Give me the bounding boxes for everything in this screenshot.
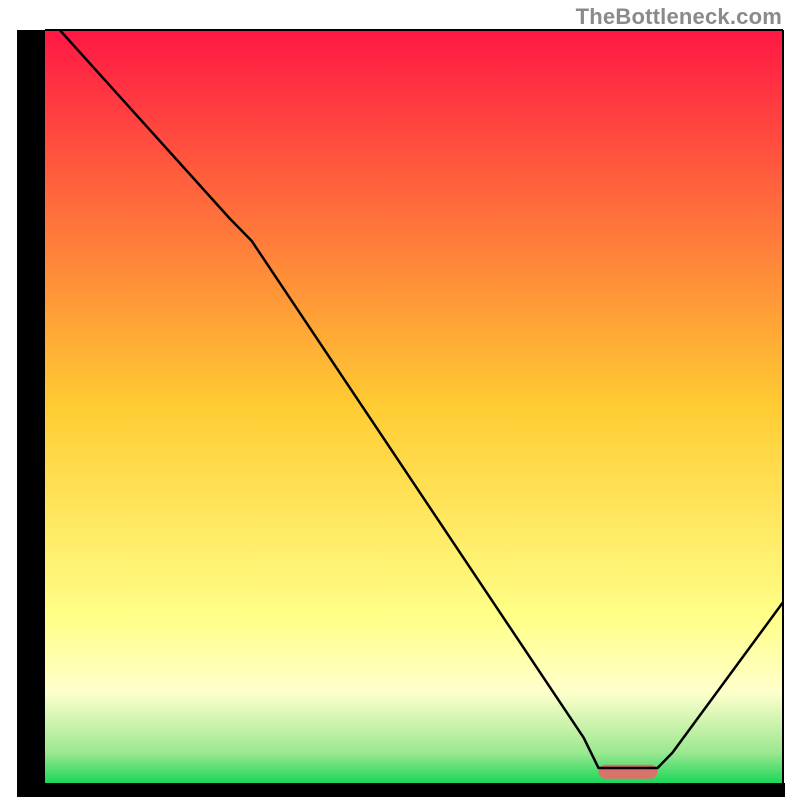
x-axis <box>17 783 785 797</box>
bottleneck-chart <box>0 0 800 800</box>
chart-container: TheBottleneck.com <box>0 0 800 800</box>
y-axis <box>17 30 45 797</box>
plot-background <box>45 30 783 783</box>
watermark-text: TheBottleneck.com <box>576 4 782 30</box>
